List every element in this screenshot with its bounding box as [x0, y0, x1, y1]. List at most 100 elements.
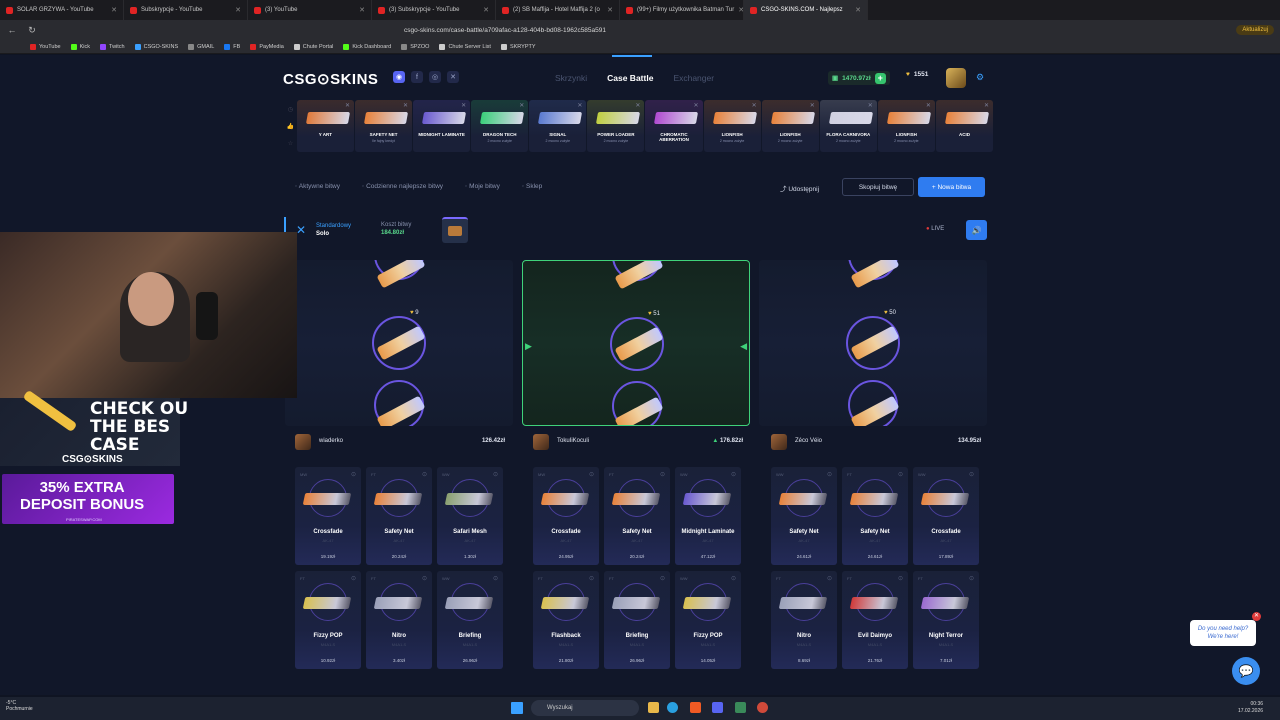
- close-icon[interactable]: ✕: [359, 6, 365, 14]
- live-drop-item[interactable]: DRAGON TECH 2 mocno zużyte ✕: [471, 100, 529, 152]
- app-icon[interactable]: [735, 702, 746, 713]
- close-icon[interactable]: ✕: [519, 102, 524, 109]
- browser-tab[interactable]: SOLAR GRZYWA - YouTube ✕: [0, 0, 124, 20]
- browser-tab[interactable]: (2) SB Maffija - Hotel Maffija 2 (o ✕: [496, 0, 620, 20]
- item-card[interactable]: FT ⊙ Briefing M4A1-S 26.96zł: [604, 571, 670, 669]
- info-icon[interactable]: ⊙: [969, 575, 974, 582]
- bookmark-item[interactable]: PayMedia: [250, 43, 284, 50]
- subnav-item[interactable]: Aktywne bitwy: [295, 183, 340, 190]
- info-icon[interactable]: ⊙: [827, 471, 832, 478]
- chat-icon[interactable]: 💬: [1232, 657, 1260, 685]
- item-card[interactable]: FT ⊙ Evil Daimyo M4A1-S 21.76zł: [842, 571, 908, 669]
- discord-icon[interactable]: ◉: [393, 71, 405, 83]
- case-thumbnail[interactable]: [442, 217, 468, 243]
- player-name[interactable]: wiaderko: [319, 438, 343, 444]
- instagram-icon[interactable]: ◎: [429, 71, 441, 83]
- windows-start-icon[interactable]: [511, 702, 523, 714]
- bookmark-item[interactable]: YouTube: [30, 43, 61, 50]
- avatar[interactable]: [295, 434, 311, 450]
- item-card[interactable]: WW ⊙ Safari Mesh AK-47 1.30zł: [437, 467, 503, 565]
- live-drop-item[interactable]: SAFETY NET Ile fajny kredyt ✕: [354, 100, 413, 152]
- discord-icon[interactable]: [712, 702, 723, 713]
- info-icon[interactable]: ⊙: [422, 575, 427, 582]
- help-chat-bubble[interactable]: Do you need help? We're here!: [1190, 620, 1256, 646]
- star-icon[interactable]: ☆: [288, 140, 293, 147]
- bookmark-item[interactable]: Kick: [70, 43, 90, 50]
- info-icon[interactable]: ⊙: [660, 575, 665, 582]
- site-logo[interactable]: CSG⊙SKINS: [283, 70, 378, 88]
- subnav-item[interactable]: Moje bitwy: [465, 183, 500, 190]
- taskbar-search[interactable]: Wyszukaj: [531, 700, 639, 716]
- bookmark-item[interactable]: FB: [224, 43, 240, 50]
- info-icon[interactable]: ⊙: [351, 575, 356, 582]
- close-icon[interactable]: ✕: [345, 102, 350, 109]
- close-icon[interactable]: ✕: [483, 6, 489, 14]
- avatar[interactable]: [533, 434, 549, 450]
- item-card[interactable]: WW ⊙ Crossfade AK-47 17.89zł: [913, 467, 979, 565]
- item-card[interactable]: WW ⊙ Midnight Laminate AK-47 47.12zł: [675, 467, 741, 565]
- bookmark-item[interactable]: Kick Dashboard: [343, 43, 391, 50]
- live-drop-item[interactable]: Y ART ✕: [296, 100, 354, 152]
- subnav-item[interactable]: Codzienne najlepsze bitwy: [362, 183, 443, 190]
- browser-tab[interactable]: (3) Subskrypcje - YouTube ✕: [372, 0, 496, 20]
- info-icon[interactable]: ⊙: [898, 471, 903, 478]
- item-card[interactable]: MW ⊙ Crossfade AK-47 19.19zł: [295, 467, 361, 565]
- url-field[interactable]: csgo-skins.com/case-battle/a709afac-a128…: [404, 27, 606, 34]
- item-card[interactable]: FT ⊙ Safety Net AK-47 24.61zł: [842, 467, 908, 565]
- close-icon[interactable]: ✕: [752, 102, 757, 109]
- bookmark-item[interactable]: SPZOO: [401, 43, 429, 50]
- player-name[interactable]: TokuIiKoculi: [557, 438, 589, 444]
- info-icon[interactable]: ⊙: [493, 575, 498, 582]
- close-icon[interactable]: ✕: [403, 102, 408, 109]
- subnav-item[interactable]: Sklep: [522, 183, 542, 190]
- item-card[interactable]: WW ⊙ Briefing M4A1-S 26.96zł: [437, 571, 503, 669]
- telegram-icon[interactable]: [667, 702, 678, 713]
- live-drop-item[interactable]: SIGNAL 2 mocno zużyte ✕: [529, 100, 587, 152]
- live-drop-item[interactable]: MIDNIGHT LAMINATE ✕: [413, 100, 471, 152]
- facebook-icon[interactable]: f: [411, 71, 423, 83]
- bookmark-item[interactable]: CSGO-SKINS: [134, 43, 178, 50]
- close-icon[interactable]: ✕: [984, 102, 989, 109]
- close-icon[interactable]: ✕: [607, 6, 613, 14]
- speaker-icon[interactable]: 🔊: [966, 220, 987, 240]
- new-battle-button[interactable]: + Nowa bitwa: [918, 177, 985, 197]
- close-icon[interactable]: ✕: [855, 6, 861, 14]
- item-card[interactable]: FT ⊙ Nitro M4A1-S 8.69zł: [771, 571, 837, 669]
- close-icon[interactable]: ✕: [635, 102, 640, 109]
- live-drop-item[interactable]: LIONFISH 2 mocno zużyte ✕: [703, 100, 761, 152]
- share-button[interactable]: ⤴ Udostępnij: [780, 183, 819, 193]
- back-icon[interactable]: ←: [6, 25, 18, 35]
- user-avatar[interactable]: [946, 68, 966, 88]
- info-icon[interactable]: ⊙: [589, 575, 594, 582]
- close-icon[interactable]: ✕: [577, 102, 582, 109]
- live-drop-item[interactable]: FLORA CARNIVORA 2 mocno zużyte ✕: [819, 100, 877, 152]
- close-icon[interactable]: ✕: [235, 6, 241, 14]
- nav-case-battle[interactable]: Case Battle: [607, 73, 653, 83]
- deposit-plus-button[interactable]: +: [874, 72, 886, 84]
- balance-display[interactable]: ▣ 1470.97zł +: [828, 71, 890, 85]
- item-card[interactable]: FT ⊙ Night Terror M4A1-S 7.01zł: [913, 571, 979, 669]
- item-card[interactable]: FT ⊙ Safety Net AK-47 20.24zł: [604, 467, 670, 565]
- close-icon[interactable]: ✕: [868, 102, 873, 109]
- close-icon[interactable]: ✕: [111, 6, 117, 14]
- update-button[interactable]: Aktualizuj: [1236, 25, 1274, 35]
- info-icon[interactable]: ⊙: [827, 575, 832, 582]
- item-card[interactable]: FT ⊙ Nitro M4A1-S 3.40zł: [366, 571, 432, 669]
- browser-tab[interactable]: (3) YouTube ✕: [248, 0, 372, 20]
- close-icon[interactable]: ✕: [1252, 612, 1261, 621]
- copy-battle-button[interactable]: Skopiuj bitwę: [842, 178, 914, 196]
- bookmark-item[interactable]: Chute Portal: [293, 43, 333, 50]
- item-card[interactable]: WW ⊙ Fizzy POP M4A1-S 14.05zł: [675, 571, 741, 669]
- clock-icon[interactable]: ◷: [288, 106, 293, 113]
- close-icon[interactable]: ✕: [810, 102, 815, 109]
- item-card[interactable]: WW ⊙ Safety Net AK-47 24.61zł: [771, 467, 837, 565]
- info-icon[interactable]: ⊙: [493, 471, 498, 478]
- bookmark-item[interactable]: Chute Server List: [439, 43, 491, 50]
- thumb-icon[interactable]: 👍: [287, 123, 294, 130]
- reload-icon[interactable]: ↻: [26, 25, 38, 36]
- browser-tab[interactable]: Subskrypcje - YouTube ✕: [124, 0, 248, 20]
- item-card[interactable]: FT ⊙ Flashback M4A1-S 21.80zł: [533, 571, 599, 669]
- gear-icon[interactable]: ⚙: [976, 72, 984, 83]
- close-icon[interactable]: ✕: [926, 102, 931, 109]
- file-explorer-icon[interactable]: [648, 702, 659, 713]
